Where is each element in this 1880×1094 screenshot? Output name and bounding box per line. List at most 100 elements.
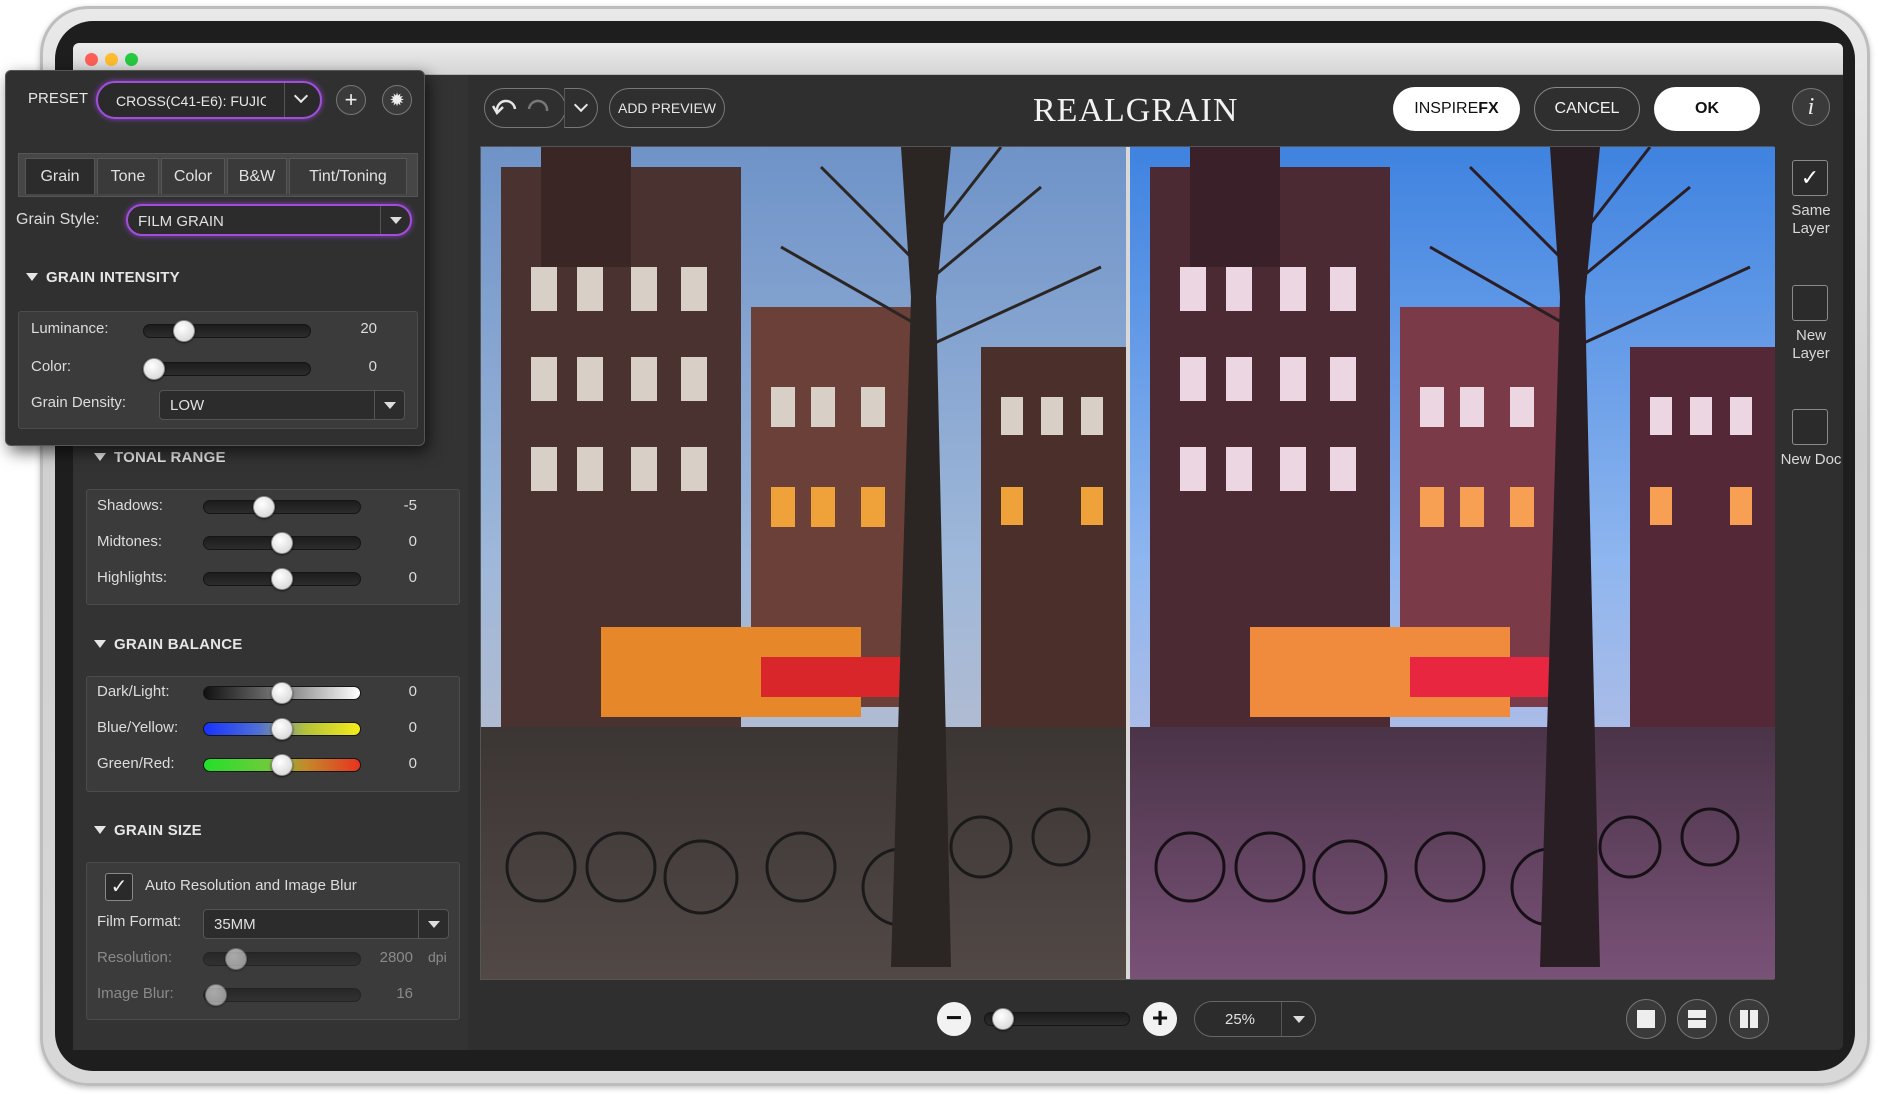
grain-density-dropdown[interactable]: LOW: [159, 390, 405, 420]
film-format-label: Film Format:: [97, 913, 182, 930]
image-blur-value[interactable]: 16: [373, 985, 413, 1002]
zoom-window-button[interactable]: [125, 53, 138, 66]
film-format-value: 35MM: [214, 916, 256, 933]
grain-intensity-header[interactable]: GRAIN INTENSITY: [26, 269, 180, 286]
dark-light-value[interactable]: 0: [377, 683, 417, 700]
midtones-slider-handle[interactable]: [271, 532, 293, 554]
tab-color[interactable]: Color: [161, 158, 225, 194]
tab-bw[interactable]: B&W: [227, 158, 287, 194]
tab-tone[interactable]: Tone: [97, 158, 159, 194]
image-blur-slider-handle[interactable]: [205, 984, 227, 1006]
highlights-label: Highlights:: [97, 569, 168, 586]
highlights-slider-handle[interactable]: [271, 568, 293, 590]
zoom-slider-handle[interactable]: [992, 1008, 1014, 1030]
split-horizontal-button[interactable]: [1677, 999, 1717, 1039]
blue-yellow-label: Blue/Yellow:: [97, 719, 179, 736]
shadows-slider-handle[interactable]: [253, 496, 275, 518]
single-view-icon: [1637, 1010, 1655, 1028]
resolution-label: Resolution:: [97, 949, 173, 966]
new-doc-label: New Doc: [1780, 451, 1842, 468]
grain-style-dropdown[interactable]: FILM GRAIN: [126, 204, 412, 236]
grain-style-label: Grain Style:: [16, 211, 100, 228]
same-layer-checkbox[interactable]: ✓: [1792, 160, 1828, 196]
new-doc-checkbox[interactable]: [1792, 409, 1828, 445]
resolution-unit: dpi: [428, 949, 447, 965]
green-red-slider-handle[interactable]: [271, 754, 293, 776]
chevron-down-icon[interactable]: [284, 83, 320, 117]
shadows-value[interactable]: -5: [377, 497, 417, 514]
original-preview[interactable]: [481, 147, 1126, 979]
same-layer-label: Same Layer: [1791, 202, 1831, 237]
blue-yellow-value[interactable]: 0: [377, 719, 417, 736]
color-value[interactable]: 0: [337, 358, 377, 375]
image-blur-label: Image Blur:: [97, 985, 174, 1002]
close-window-button[interactable]: [85, 53, 98, 66]
midtones-label: Midtones:: [97, 533, 163, 550]
grain-density-value: LOW: [170, 397, 205, 414]
zoom-out-button[interactable]: −: [937, 1002, 971, 1036]
preview-area[interactable]: [480, 146, 1775, 980]
preset-panel: PRESET CROSS(C41-E6): FUJIC( + ✹ Grain T…: [5, 70, 425, 446]
zoom-level-value: 25%: [1225, 1011, 1256, 1028]
add-preset-button[interactable]: +: [336, 85, 366, 115]
grain-balance-group: Dark/Light: 0 Blue/Yellow: 0 Green/Red: …: [86, 676, 460, 792]
zoom-level-dropdown[interactable]: 25%: [1194, 1001, 1316, 1037]
grain-size-group: ✓ Auto Resolution and Image Blur Film Fo…: [86, 862, 460, 1020]
luminance-value[interactable]: 20: [337, 320, 377, 337]
ok-button[interactable]: OK: [1654, 87, 1760, 131]
single-view-button[interactable]: [1626, 999, 1666, 1039]
preset-dropdown[interactable]: CROSS(C41-E6): FUJIC(: [96, 81, 322, 119]
luminance-slider-handle[interactable]: [173, 320, 195, 342]
minimize-window-button[interactable]: [105, 53, 118, 66]
resolution-value[interactable]: 2800: [373, 949, 413, 966]
grain-density-label: Grain Density:: [31, 394, 127, 411]
luminance-slider[interactable]: [143, 324, 311, 338]
green-red-label: Green/Red:: [97, 755, 175, 772]
blue-yellow-slider-handle[interactable]: [271, 718, 293, 740]
midtones-value[interactable]: 0: [377, 533, 417, 550]
film-format-dropdown[interactable]: 35MM: [203, 909, 449, 939]
resolution-slider-handle[interactable]: [225, 948, 247, 970]
highlights-value[interactable]: 0: [377, 569, 417, 586]
grain-balance-header[interactable]: GRAIN BALANCE: [94, 636, 242, 653]
inspirefx-button[interactable]: INSPIREFX: [1393, 87, 1520, 131]
auto-resolution-label: Auto Resolution and Image Blur: [145, 877, 357, 894]
dark-light-slider-handle[interactable]: [271, 682, 293, 704]
color-slider-handle[interactable]: [143, 358, 165, 380]
processed-preview[interactable]: [1130, 147, 1775, 979]
split-horizontal-icon: [1688, 1010, 1706, 1018]
color-slider[interactable]: [143, 362, 311, 376]
grain-size-header[interactable]: GRAIN SIZE: [94, 822, 202, 839]
preset-label: PRESET: [28, 90, 89, 107]
tab-tint-toning[interactable]: Tint/Toning: [289, 158, 407, 194]
fx-label: FX: [1478, 100, 1499, 117]
tonal-range-header[interactable]: TONAL RANGE: [94, 449, 226, 466]
info-button[interactable]: i: [1792, 88, 1830, 126]
undo-icon[interactable]: [485, 89, 567, 127]
preset-value: CROSS(C41-E6): FUJIC(: [116, 93, 266, 109]
undo-redo-group: [484, 88, 566, 128]
gear-icon[interactable]: ✹: [382, 85, 412, 115]
new-layer-checkbox[interactable]: [1792, 285, 1828, 321]
inspire-label: INSPIRE: [1414, 100, 1479, 117]
split-vertical-button[interactable]: [1729, 999, 1769, 1039]
zoom-in-button[interactable]: +: [1143, 1002, 1177, 1036]
color-label: Color:: [31, 358, 72, 375]
app-title: REALGRAIN: [1033, 92, 1239, 129]
dark-light-label: Dark/Light:: [97, 683, 170, 700]
shadows-slider[interactable]: [203, 500, 361, 514]
grain-style-value: FILM GRAIN: [138, 213, 224, 230]
green-red-value[interactable]: 0: [377, 755, 417, 772]
cancel-button[interactable]: CANCEL: [1534, 87, 1640, 131]
new-layer-label: New Layer: [1792, 327, 1830, 362]
luminance-label: Luminance:: [31, 320, 109, 337]
add-preview-button[interactable]: ADD PREVIEW: [609, 88, 725, 128]
shadows-label: Shadows:: [97, 497, 163, 514]
tonal-range-group: Shadows: -5 Midtones: 0 Highlights: 0: [86, 489, 460, 605]
chevron-down-icon: [573, 97, 589, 113]
tab-grain[interactable]: Grain: [25, 158, 95, 194]
tab-bar: Grain Tone Color B&W Tint/Toning: [18, 153, 418, 197]
grain-intensity-group: Luminance: 20 Color: 0 Grain Density: LO…: [18, 311, 418, 429]
split-vertical-icon: [1740, 1010, 1748, 1028]
auto-resolution-checkbox[interactable]: ✓: [105, 873, 133, 901]
